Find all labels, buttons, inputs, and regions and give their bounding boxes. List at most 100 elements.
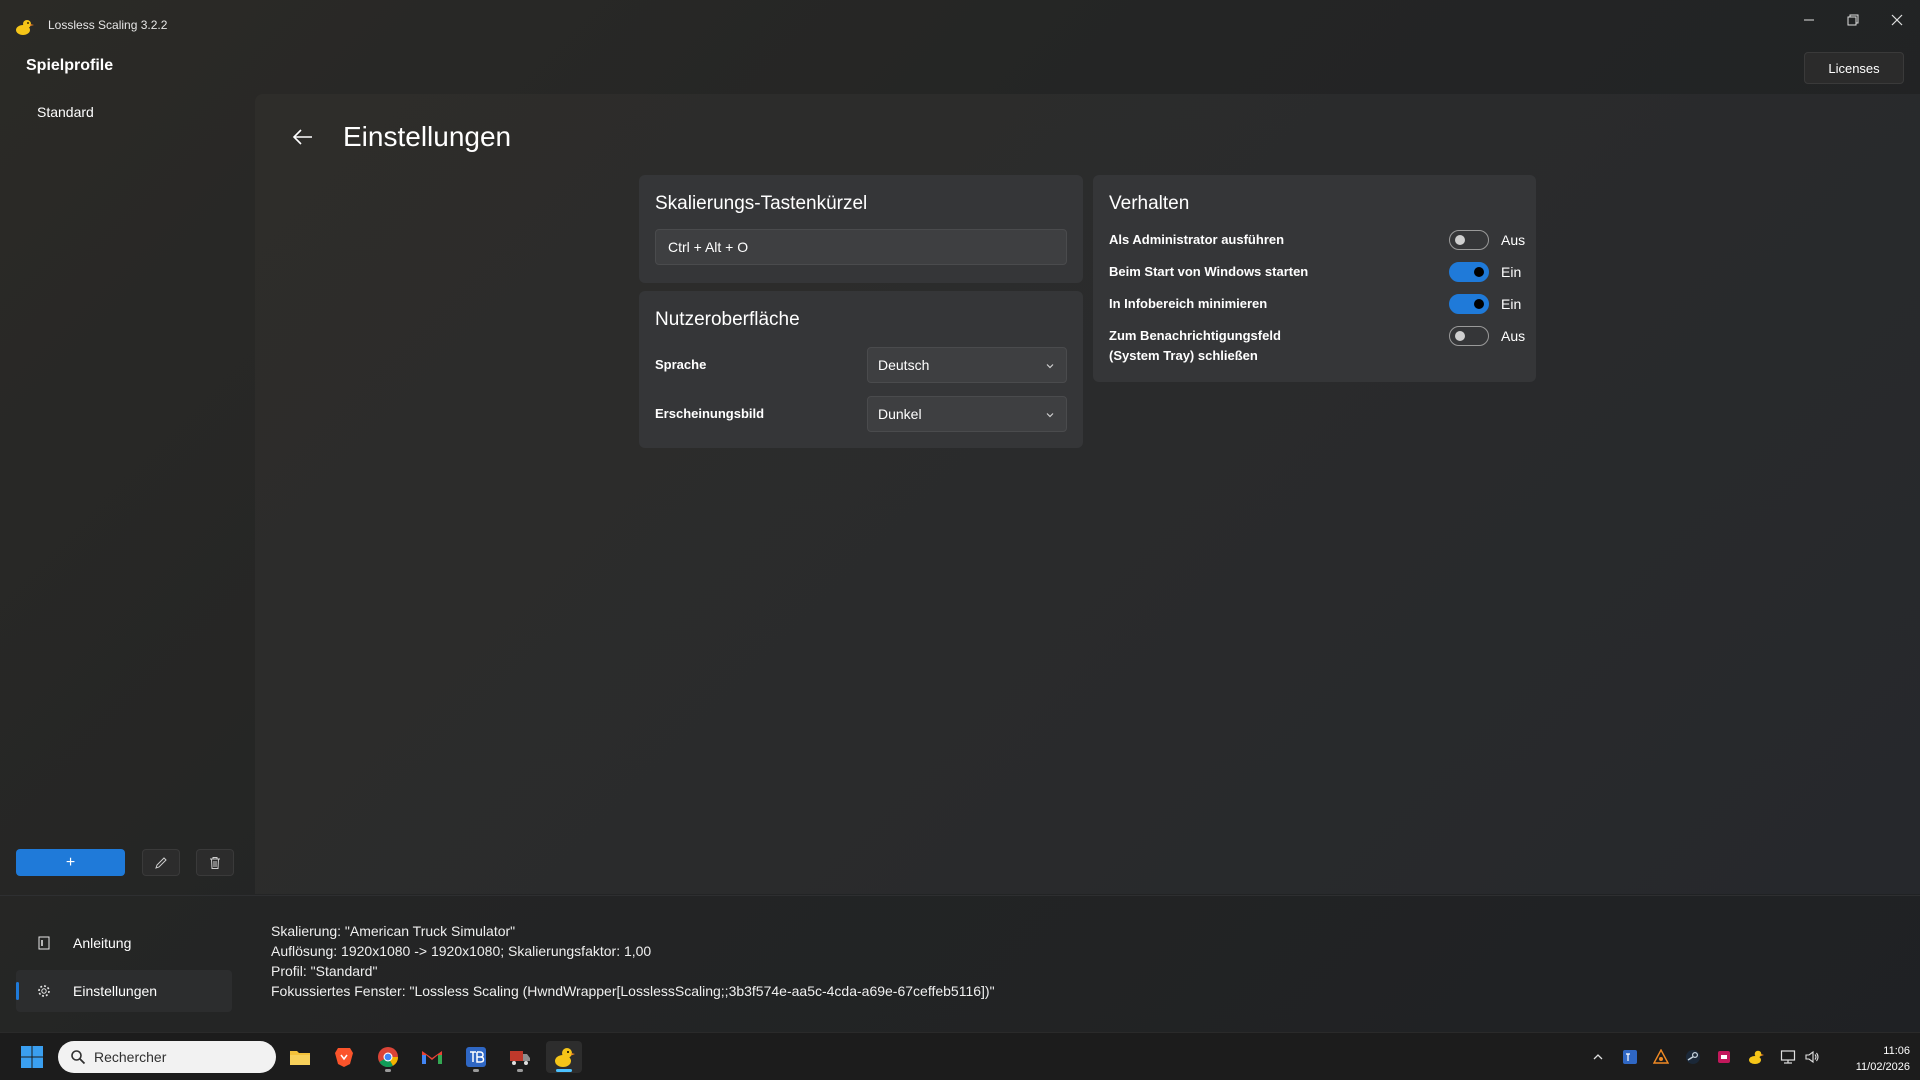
delete-profile-button[interactable] (196, 849, 234, 876)
restore-icon (1847, 14, 1859, 26)
taskbar-tb-app[interactable] (458, 1041, 494, 1073)
chevron-down-icon (1044, 360, 1056, 372)
tray-tb-app-icon[interactable] (1620, 1047, 1640, 1067)
status-line-focused-window: Fokussiertes Fenster: "Lossless Scaling … (271, 983, 995, 999)
run-as-admin-state: Aus (1501, 232, 1526, 248)
hotkey-card-title: Skalierungs-Tastenkürzel (655, 193, 868, 214)
minimize-button[interactable] (1786, 0, 1832, 40)
close-to-tray-label-line2: (System Tray) schließen (1109, 348, 1258, 363)
taskbar-gmail[interactable] (414, 1041, 450, 1073)
close-icon (1891, 14, 1903, 26)
status-panel: Skalierung: "American Truck Simulator" A… (271, 921, 995, 1001)
close-to-tray-label: Zum Benachrichtigungsfeld (System Tray) … (1109, 326, 1281, 366)
page-title: Einstellungen (343, 121, 512, 152)
restore-button[interactable] (1830, 0, 1876, 40)
start-with-windows-toggle[interactable] (1449, 262, 1489, 282)
appearance-select-value: Dunkel (878, 406, 922, 422)
chrome-icon (378, 1047, 399, 1068)
toggle-knob (1455, 235, 1465, 245)
status-line-profile: Profil: "Standard" (271, 963, 378, 979)
tray-red-app-icon[interactable] (1714, 1047, 1734, 1067)
minimize-icon (1804, 19, 1814, 21)
toggle-knob (1474, 299, 1484, 309)
run-as-admin-label: Als Administrator ausführen (1109, 232, 1285, 247)
ui-card-title: Nutzeroberfläche (655, 309, 800, 330)
sidebar-divider (0, 895, 1920, 896)
nav-item-label: Einstellungen (73, 983, 158, 999)
close-button[interactable] (1874, 0, 1920, 40)
back-button[interactable] (290, 124, 316, 150)
main-content (255, 94, 1920, 894)
minimize-to-tray-state: Ein (1501, 296, 1522, 312)
hotkey-input[interactable]: Ctrl + Alt + O (655, 229, 1067, 265)
windows-start-icon[interactable] (20, 1045, 44, 1069)
licenses-button[interactable]: Licenses (1804, 52, 1904, 84)
chevron-down-icon (1044, 409, 1056, 421)
clock-time: 11:06 (1883, 1045, 1910, 1057)
active-indicator (16, 982, 19, 1000)
tray-duck-icon[interactable] (1746, 1047, 1766, 1067)
taskbar-lossless-scaling[interactable] (546, 1041, 582, 1073)
sidebar-title: Spielprofile (26, 57, 114, 74)
close-to-tray-state: Aus (1501, 328, 1526, 344)
taskbar-brave[interactable] (326, 1041, 362, 1073)
gear-icon (37, 984, 51, 998)
hotkey-card: Skalierungs-Tastenkürzel Ctrl + Alt + O (639, 175, 1083, 283)
volume-icon[interactable] (1802, 1047, 1822, 1067)
taskbar-chrome[interactable] (370, 1041, 406, 1073)
taskbar-clock[interactable]: 11:06 11/02/2026 (1830, 1043, 1910, 1075)
search-icon (71, 1050, 86, 1065)
gmail-icon (422, 1051, 442, 1064)
taskbar: Rechercher 11:06 11/02/2026 (0, 1032, 1920, 1080)
duck-logo-icon (16, 20, 34, 35)
back-arrow-icon (292, 129, 312, 145)
language-select[interactable]: Deutsch (867, 347, 1067, 383)
running-indicator (473, 1069, 479, 1072)
running-indicator (517, 1069, 523, 1072)
taskbar-search[interactable]: Rechercher (58, 1041, 276, 1073)
add-profile-button[interactable]: + (16, 849, 125, 876)
run-as-admin-toggle[interactable] (1449, 230, 1489, 250)
start-with-windows-state: Ein (1501, 264, 1522, 280)
window-title: Lossless Scaling 3.2.2 (48, 18, 168, 32)
network-icon[interactable] (1778, 1047, 1798, 1067)
book-icon (37, 936, 51, 950)
appearance-select[interactable]: Dunkel (867, 396, 1067, 432)
taskbar-truck-simulator[interactable] (502, 1041, 538, 1073)
title-bar: Lossless Scaling 3.2.2 (0, 0, 1920, 50)
nav-item-label: Anleitung (73, 935, 132, 951)
language-select-value: Deutsch (878, 357, 930, 373)
ui-card: Nutzeroberfläche Sprache Deutsch Erschei… (639, 291, 1083, 448)
nav-item-anleitung[interactable]: Anleitung (16, 922, 232, 964)
taskbar-file-explorer[interactable] (282, 1041, 318, 1073)
folder-icon (290, 1051, 310, 1065)
duck-logo-icon (555, 1048, 575, 1067)
pencil-icon (155, 856, 167, 869)
tray-ubisoft-icon[interactable] (1651, 1047, 1671, 1067)
behavior-card-title: Verhalten (1109, 193, 1190, 214)
toggle-knob (1455, 331, 1465, 341)
appearance-label: Erscheinungsbild (655, 406, 765, 421)
toggle-knob (1474, 267, 1484, 277)
language-label: Sprache (655, 357, 707, 372)
tray-overflow-chevron-up-icon[interactable] (1588, 1047, 1608, 1067)
running-indicator (385, 1069, 391, 1072)
start-with-windows-label: Beim Start von Windows starten (1109, 264, 1309, 279)
minimize-to-tray-toggle[interactable] (1449, 294, 1489, 314)
nav-item-einstellungen[interactable]: Einstellungen (16, 970, 232, 1012)
status-line-scaling: Skalierung: "American Truck Simulator" (271, 923, 516, 939)
truck-icon (510, 1051, 530, 1065)
profile-item-standard[interactable]: Standard (37, 104, 94, 120)
active-indicator (556, 1069, 572, 1072)
behavior-card: Verhalten Als Administrator ausführen Au… (1093, 175, 1536, 382)
status-line-resolution: Auflösung: 1920x1080 -> 1920x1080; Skali… (271, 943, 652, 959)
brave-lion-icon (335, 1048, 353, 1067)
clock-date: 11/02/2026 (1855, 1061, 1910, 1073)
search-placeholder: Rechercher (94, 1049, 167, 1065)
edit-profile-button[interactable] (142, 849, 180, 876)
close-to-tray-toggle[interactable] (1449, 326, 1489, 346)
close-to-tray-label-line1: Zum Benachrichtigungsfeld (1109, 328, 1281, 343)
tb-app-icon (466, 1047, 486, 1067)
minimize-to-tray-label: In Infobereich minimieren (1109, 296, 1268, 311)
tray-steam-icon[interactable] (1683, 1047, 1703, 1067)
